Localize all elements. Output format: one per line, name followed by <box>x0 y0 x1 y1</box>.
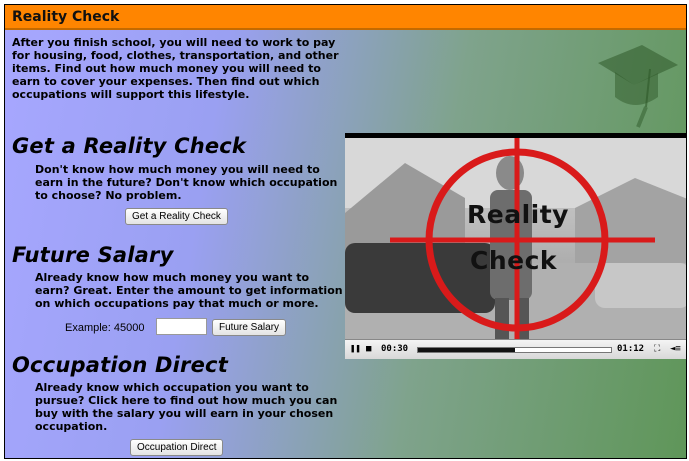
section-text-reality-check: Don't know how much money you will need … <box>35 163 338 202</box>
section-title-occupation-direct: Occupation Direct <box>12 353 228 377</box>
progress-track[interactable] <box>417 347 612 353</box>
page-title: Reality Check <box>12 9 120 25</box>
section-text-occupation-direct: Already know which occupation you want t… <box>35 381 338 433</box>
future-salary-button[interactable]: Future Salary <box>212 319 287 336</box>
stop-icon[interactable]: ■ <box>366 343 371 356</box>
section-text-future-salary: Already know how much money you want to … <box>35 271 343 310</box>
video-player[interactable]: Reality Check ❚❚ ■ 00:30 01:12 ⛶ ◄≡ <box>345 133 686 359</box>
volume-icon[interactable]: ◄≡ <box>670 343 681 356</box>
crosshair-graphic <box>390 138 655 339</box>
section-title-future-salary: Future Salary <box>12 243 174 267</box>
current-time: 00:30 <box>381 344 409 354</box>
video-overlay-check: Check <box>470 246 558 275</box>
video-controls: ❚❚ ■ 00:30 01:12 ⛶ ◄≡ <box>345 339 686 359</box>
section-title-reality-check: Get a Reality Check <box>12 134 247 158</box>
video-overlay-reality: Reality <box>467 200 569 229</box>
video-screen[interactable]: Reality Check <box>345 138 686 339</box>
app-frame: Reality Check After you finish school, y… <box>4 4 687 459</box>
fullscreen-icon[interactable]: ⛶ <box>654 343 660 356</box>
salary-example-label: Example: 45000 <box>65 322 145 334</box>
title-bar: Reality Check <box>5 5 686 30</box>
duration-time: 01:12 <box>617 344 645 354</box>
intro-text: After you finish school, you will need t… <box>12 36 339 101</box>
pause-icon[interactable]: ❚❚ <box>350 343 361 356</box>
progress-fill <box>418 348 515 352</box>
get-reality-check-button[interactable]: Get a Reality Check <box>125 208 228 225</box>
graduation-cap-icon <box>598 45 678 128</box>
salary-input[interactable] <box>156 318 207 335</box>
occupation-direct-button[interactable]: Occupation Direct <box>130 439 224 456</box>
